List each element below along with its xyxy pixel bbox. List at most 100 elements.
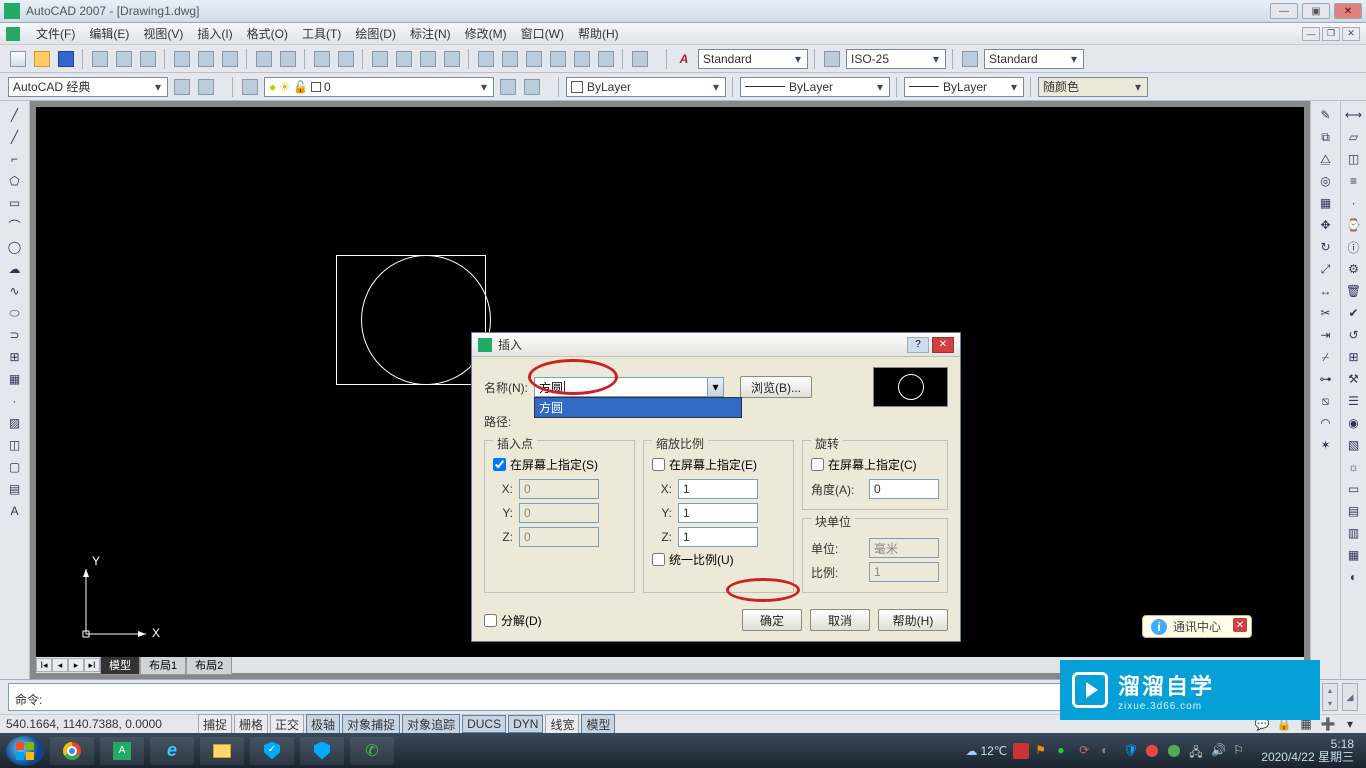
dialog-help2-button[interactable]: 帮助(H) (878, 609, 948, 631)
plot-preview-button[interactable] (114, 49, 134, 69)
ortho-toggle[interactable]: 正交 (270, 714, 304, 735)
taskbar-clock[interactable]: 5:18 2020/4/22 星期三 (1255, 738, 1360, 764)
visual-styles-tool[interactable]: ▦ (1344, 545, 1364, 565)
properties-button[interactable] (476, 49, 496, 69)
join-tool[interactable]: ⊶ (1316, 369, 1336, 389)
setvar-tool[interactable]: ⚙ (1344, 259, 1364, 279)
table-style-icon[interactable] (960, 49, 980, 69)
distance-tool[interactable]: ⟷ (1344, 105, 1364, 125)
text-style-icon[interactable]: A (674, 49, 694, 69)
pan-button[interactable] (370, 49, 390, 69)
menu-insert[interactable]: 插入(I) (191, 23, 238, 44)
revcloud-tool[interactable]: ☁ (5, 259, 25, 279)
point-tool[interactable]: · (5, 391, 25, 411)
ellipse-tool[interactable]: ⬭ (5, 303, 25, 323)
snap-toggle[interactable]: 捕捉 (198, 714, 232, 735)
layer-previous-button[interactable] (498, 77, 518, 97)
polar-toggle[interactable]: 极轴 (306, 714, 340, 735)
layer-manager-button[interactable] (240, 77, 260, 97)
color-combo[interactable]: ByLayer ▾ (566, 77, 726, 97)
taskbar-explorer[interactable] (200, 737, 244, 765)
paste-button[interactable] (220, 49, 240, 69)
drawing-utils-tool[interactable]: ⊞ (1344, 347, 1364, 367)
region-tool[interactable]: ▢ (5, 457, 25, 477)
copy-button[interactable] (196, 49, 216, 69)
tool-palettes-button[interactable] (524, 49, 544, 69)
drawing-canvas[interactable]: X Y 插入 ? ✕ 名称(N): 方圆 ▾ (36, 107, 1304, 657)
erase-tool[interactable]: ✎ (1316, 105, 1336, 125)
undo-button[interactable] (312, 49, 332, 69)
model-toggle[interactable]: 模型 (581, 714, 615, 735)
ok-button[interactable]: 确定 (742, 609, 802, 631)
taskbar-chrome[interactable] (50, 737, 94, 765)
tray-flag-icon[interactable]: ⚐ (1233, 743, 1249, 759)
designcenter-button[interactable] (500, 49, 520, 69)
offset-tool[interactable]: ◎ (1316, 171, 1336, 191)
workspace-settings-button[interactable] (172, 77, 192, 97)
block-editor-button[interactable] (278, 49, 298, 69)
mirror-tool[interactable]: ⧋ (1316, 149, 1336, 169)
plotstyle-combo[interactable]: 随颜色▾ (1038, 77, 1148, 97)
options-tool[interactable]: ☰ (1344, 391, 1364, 411)
tray-icon-4[interactable]: ⟳ (1079, 743, 1095, 759)
menu-format[interactable]: 格式(O) (241, 23, 294, 44)
command-scrollbar[interactable]: ▴▾ (1322, 683, 1338, 711)
block-name-combo[interactable]: 方圆 ▾ 方圆 (534, 377, 724, 397)
mdi-restore-button[interactable]: ❐ (1322, 27, 1340, 41)
menu-modify[interactable]: 修改(M) (459, 23, 513, 44)
3dorbit-tool[interactable]: ◐ (1344, 567, 1364, 587)
menu-view[interactable]: 视图(V) (137, 23, 189, 44)
recover-tool[interactable]: ↺ (1344, 325, 1364, 345)
polyline-tool[interactable]: ⌐ (5, 149, 25, 169)
purge-tool[interactable]: 🗑 (1344, 281, 1364, 301)
tray-volume-icon[interactable]: 🔊 (1211, 743, 1227, 759)
grid-toggle[interactable]: 栅格 (234, 714, 268, 735)
audit-tool[interactable]: ✔ (1344, 303, 1364, 323)
lights-tool[interactable]: ☼ (1344, 457, 1364, 477)
ellipse-arc-tool[interactable]: ⊃ (5, 325, 25, 345)
chamfer-tool[interactable]: ⧅ (1316, 391, 1336, 411)
make-block-tool[interactable]: ▦ (5, 369, 25, 389)
menu-help[interactable]: 帮助(H) (572, 23, 625, 44)
area-tool[interactable]: ▱ (1344, 127, 1364, 147)
dialog-help-button[interactable]: ? (907, 337, 929, 353)
table-tool[interactable]: ▤ (5, 479, 25, 499)
info-center-popup[interactable]: i 通讯中心 ✕ (1142, 615, 1252, 638)
polygon-tool[interactable]: ⬠ (5, 171, 25, 191)
publish-button[interactable] (138, 49, 158, 69)
menu-edit[interactable]: 编辑(E) (83, 23, 135, 44)
help-button[interactable] (630, 49, 650, 69)
ducs-toggle[interactable]: DUCS (462, 715, 506, 733)
taskbar-ie[interactable]: e (150, 737, 194, 765)
region-mass-tool[interactable]: ◫ (1344, 149, 1364, 169)
dim-style-icon[interactable] (822, 49, 842, 69)
dialog-titlebar[interactable]: 插入 ? ✕ (472, 333, 960, 357)
extend-tool[interactable]: ⇥ (1316, 325, 1336, 345)
minimize-button[interactable]: — (1270, 3, 1298, 19)
dialog-close-button[interactable]: ✕ (932, 337, 954, 353)
zoom-previous-button[interactable] (442, 49, 462, 69)
lwt-toggle[interactable]: 线宽 (545, 714, 579, 735)
hatch-tool[interactable]: ▨ (5, 413, 25, 433)
scale-y-field[interactable] (678, 503, 758, 523)
markup-button[interactable] (572, 49, 592, 69)
taskbar-app1[interactable] (300, 737, 344, 765)
materials-tool[interactable]: ▧ (1344, 435, 1364, 455)
specify-onscreen-scale-checkbox[interactable]: 在屏幕上指定(E) (652, 456, 785, 473)
trim-tool[interactable]: ✂ (1316, 303, 1336, 323)
taskbar-security[interactable]: ✓ (250, 737, 294, 765)
menu-dimension[interactable]: 标注(N) (404, 23, 457, 44)
table-style-combo[interactable]: Standard▾ (984, 49, 1084, 69)
cut-button[interactable] (172, 49, 192, 69)
camera-tool[interactable]: ▭ (1344, 479, 1364, 499)
dyn-toggle[interactable]: DYN (508, 715, 543, 733)
menu-file[interactable]: 文件(F) (30, 23, 81, 44)
specify-onscreen-rotate-checkbox[interactable]: 在屏幕上指定(C) (811, 456, 939, 473)
tab-prev-button[interactable]: ◂ (52, 658, 68, 672)
stretch-tool[interactable]: ↔ (1316, 281, 1336, 301)
close-button[interactable]: ✕ (1334, 3, 1362, 19)
tab-layout2[interactable]: 布局2 (186, 655, 232, 675)
taskbar-wechat[interactable]: ✆ (350, 737, 394, 765)
menu-window[interactable]: 窗口(W) (515, 23, 570, 44)
text-style-combo[interactable]: Standard▾ (698, 49, 808, 69)
